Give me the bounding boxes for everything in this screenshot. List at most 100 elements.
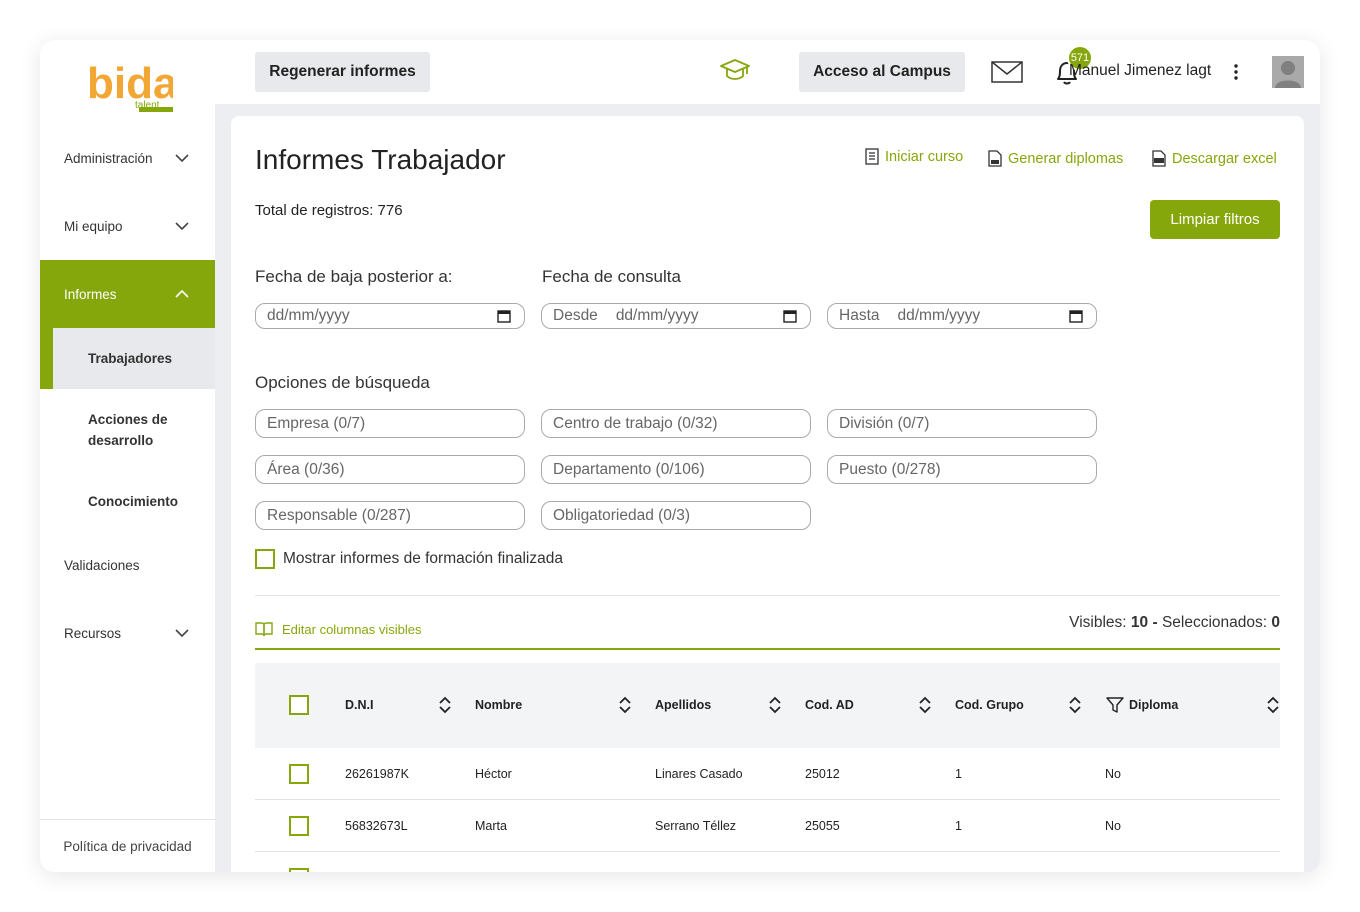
- cell-cod-ad: 25055: [805, 819, 840, 833]
- empresa-select[interactable]: Empresa (0/7): [255, 409, 525, 438]
- selected-label: Seleccionados:: [1161, 614, 1268, 631]
- sidebar-subitem-conocimiento[interactable]: Conocimiento: [53, 490, 215, 512]
- column-header-cod-grupo[interactable]: Cod. Grupo: [955, 698, 1024, 712]
- cell-dni: 56832673L: [345, 819, 408, 833]
- row-checkbox[interactable]: [289, 764, 309, 784]
- centro-trabajo-select[interactable]: Centro de trabajo (0/32): [541, 409, 811, 438]
- sort-icon[interactable]: [439, 695, 451, 715]
- cell-cod-grupo: 1: [955, 767, 962, 781]
- show-finished-checkbox[interactable]: [255, 549, 275, 569]
- sidebar-item-recursos[interactable]: Recursos: [40, 605, 215, 661]
- calendar-icon[interactable]: [497, 309, 511, 323]
- logo-text: bida: [87, 59, 173, 108]
- calendar-icon[interactable]: [1069, 309, 1083, 323]
- column-header-dni[interactable]: D.N.I: [345, 698, 373, 712]
- kebab-menu-icon[interactable]: [1233, 62, 1239, 82]
- cell-dni: 26261987K: [345, 767, 409, 781]
- sidebar-subitem-label: Acciones de desarrollo: [88, 412, 168, 448]
- table-row[interactable]: [255, 852, 1280, 872]
- consulta-hasta-input[interactable]: Hasta dd/mm/yyyy: [827, 303, 1097, 329]
- table-header: D.N.I Nombre Apellidos Cod. AD Cod. Grup…: [255, 663, 1280, 748]
- select-all-checkbox[interactable]: [289, 695, 309, 715]
- cell-apellidos: Serrano Téllez: [655, 819, 737, 833]
- reports-card: Informes Trabajador Iniciar curso Genera…: [231, 116, 1304, 872]
- column-header-nombre[interactable]: Nombre: [475, 698, 522, 712]
- bida-talent-logo[interactable]: bida talent: [87, 54, 173, 112]
- clear-filters-button[interactable]: Limpiar filtros: [1150, 200, 1280, 239]
- graduation-cap-icon[interactable]: [720, 58, 750, 84]
- counter-separator: -: [1152, 614, 1158, 631]
- regenerate-reports-button[interactable]: Regenerar informes: [255, 52, 430, 92]
- calendar-icon[interactable]: [783, 309, 797, 323]
- chevron-up-icon: [175, 289, 189, 298]
- envelope-icon[interactable]: [991, 60, 1023, 84]
- download-excel-label: Descargar excel: [1172, 150, 1277, 167]
- table-row[interactable]: 56832673L Marta Serrano Téllez 25055 1 N…: [255, 800, 1280, 852]
- logo-subtext: talent: [135, 100, 160, 111]
- privacy-policy-link[interactable]: Política de privacidad: [40, 819, 215, 872]
- sidebar-item-informes[interactable]: Informes: [40, 260, 215, 328]
- sort-icon[interactable]: [769, 695, 781, 715]
- obligatoriedad-select[interactable]: Obligatoriedad (0/3): [541, 501, 811, 530]
- cell-nombre: Héctor: [475, 767, 512, 781]
- cell-diploma: No: [1105, 819, 1121, 833]
- generate-diplomas-label: Generar diplomas: [1008, 150, 1124, 167]
- sidebar: bida talent Administración Mi equipo Inf…: [40, 40, 215, 872]
- sidebar-item-validaciones[interactable]: Validaciones: [40, 537, 215, 593]
- column-header-cod-ad[interactable]: Cod. AD: [805, 698, 854, 712]
- sort-icon[interactable]: [1069, 695, 1081, 715]
- filter-funnel-icon[interactable]: [1106, 696, 1124, 714]
- responsable-select[interactable]: Responsable (0/287): [255, 501, 525, 530]
- row-checkbox[interactable]: [289, 868, 309, 872]
- section-divider: [255, 595, 1280, 596]
- sidebar-item-mi-equipo[interactable]: Mi equipo: [40, 198, 215, 254]
- sidebar-subitem-label: Conocimiento: [88, 493, 178, 509]
- sidebar-subitem-trabajadores[interactable]: Trabajadores: [53, 328, 215, 389]
- sidebar-item-label: Mi equipo: [64, 218, 123, 234]
- consulta-desde-input[interactable]: Desde dd/mm/yyyy: [541, 303, 811, 329]
- column-header-diploma[interactable]: Diploma: [1129, 698, 1178, 712]
- generate-diplomas-link[interactable]: Generar diplomas: [988, 150, 1123, 167]
- visibles-count: 10: [1130, 614, 1149, 631]
- row-checkbox[interactable]: [289, 816, 309, 836]
- user-name[interactable]: Manuel Jimenez lagt: [1069, 62, 1211, 80]
- table-row[interactable]: 26261987K Héctor Linares Casado 25012 1 …: [255, 748, 1280, 800]
- visible-selected-counter: Visibles: 10 - Seleccionados: 0: [1069, 614, 1280, 632]
- start-course-link[interactable]: Iniciar curso: [865, 148, 963, 165]
- division-select[interactable]: División (0/7): [827, 409, 1097, 438]
- departamento-select[interactable]: Departamento (0/106): [541, 455, 811, 484]
- sidebar-subitem-label: Trabajadores: [88, 351, 173, 366]
- sidebar-item-label: Recursos: [64, 625, 122, 641]
- baja-date-input[interactable]: dd/mm/yyyy: [255, 303, 525, 329]
- column-header-apellidos[interactable]: Apellidos: [655, 698, 711, 712]
- area-select[interactable]: Área (0/36): [255, 455, 525, 484]
- edit-columns-link[interactable]: Editar columnas visibles: [255, 621, 421, 637]
- app-window: bida talent Administración Mi equipo Inf…: [40, 40, 1320, 872]
- page-title: Informes Trabajador: [255, 144, 506, 175]
- date-placeholder: dd/mm/yyyy: [615, 307, 699, 324]
- sidebar-subitem-acciones-desarrollo[interactable]: Acciones de desarrollo: [53, 404, 173, 456]
- total-records: Total de registros: 776: [255, 202, 403, 219]
- cell-nombre: Marta: [475, 819, 507, 833]
- download-excel-link[interactable]: Descargar excel: [1152, 150, 1277, 167]
- avatar[interactable]: [1272, 56, 1304, 88]
- search-options-label: Opciones de búsqueda: [255, 373, 430, 392]
- table-top-line: [255, 648, 1280, 650]
- campus-access-button[interactable]: Acceso al Campus: [799, 52, 965, 92]
- document-list-icon: [865, 148, 879, 165]
- cell-cod-grupo: 1: [955, 819, 962, 833]
- puesto-select[interactable]: Puesto (0/278): [827, 455, 1097, 484]
- cell-apellidos: Linares Casado: [655, 767, 743, 781]
- pdf-file-icon: [988, 150, 1002, 167]
- sort-icon[interactable]: [619, 695, 631, 715]
- sort-icon[interactable]: [1267, 695, 1279, 715]
- start-course-label: Iniciar curso: [885, 148, 964, 165]
- sidebar-item-label: Informes: [64, 286, 117, 302]
- hasta-prefix: Hasta: [839, 307, 880, 324]
- sort-icon[interactable]: [919, 695, 931, 715]
- sidebar-item-administracion[interactable]: Administración: [40, 130, 215, 186]
- selected-count: 0: [1271, 614, 1280, 631]
- show-finished-label: Mostrar informes de formación finalizada: [283, 550, 563, 567]
- date-placeholder: dd/mm/yyyy: [897, 307, 981, 324]
- sidebar-item-label: Administración: [64, 150, 153, 166]
